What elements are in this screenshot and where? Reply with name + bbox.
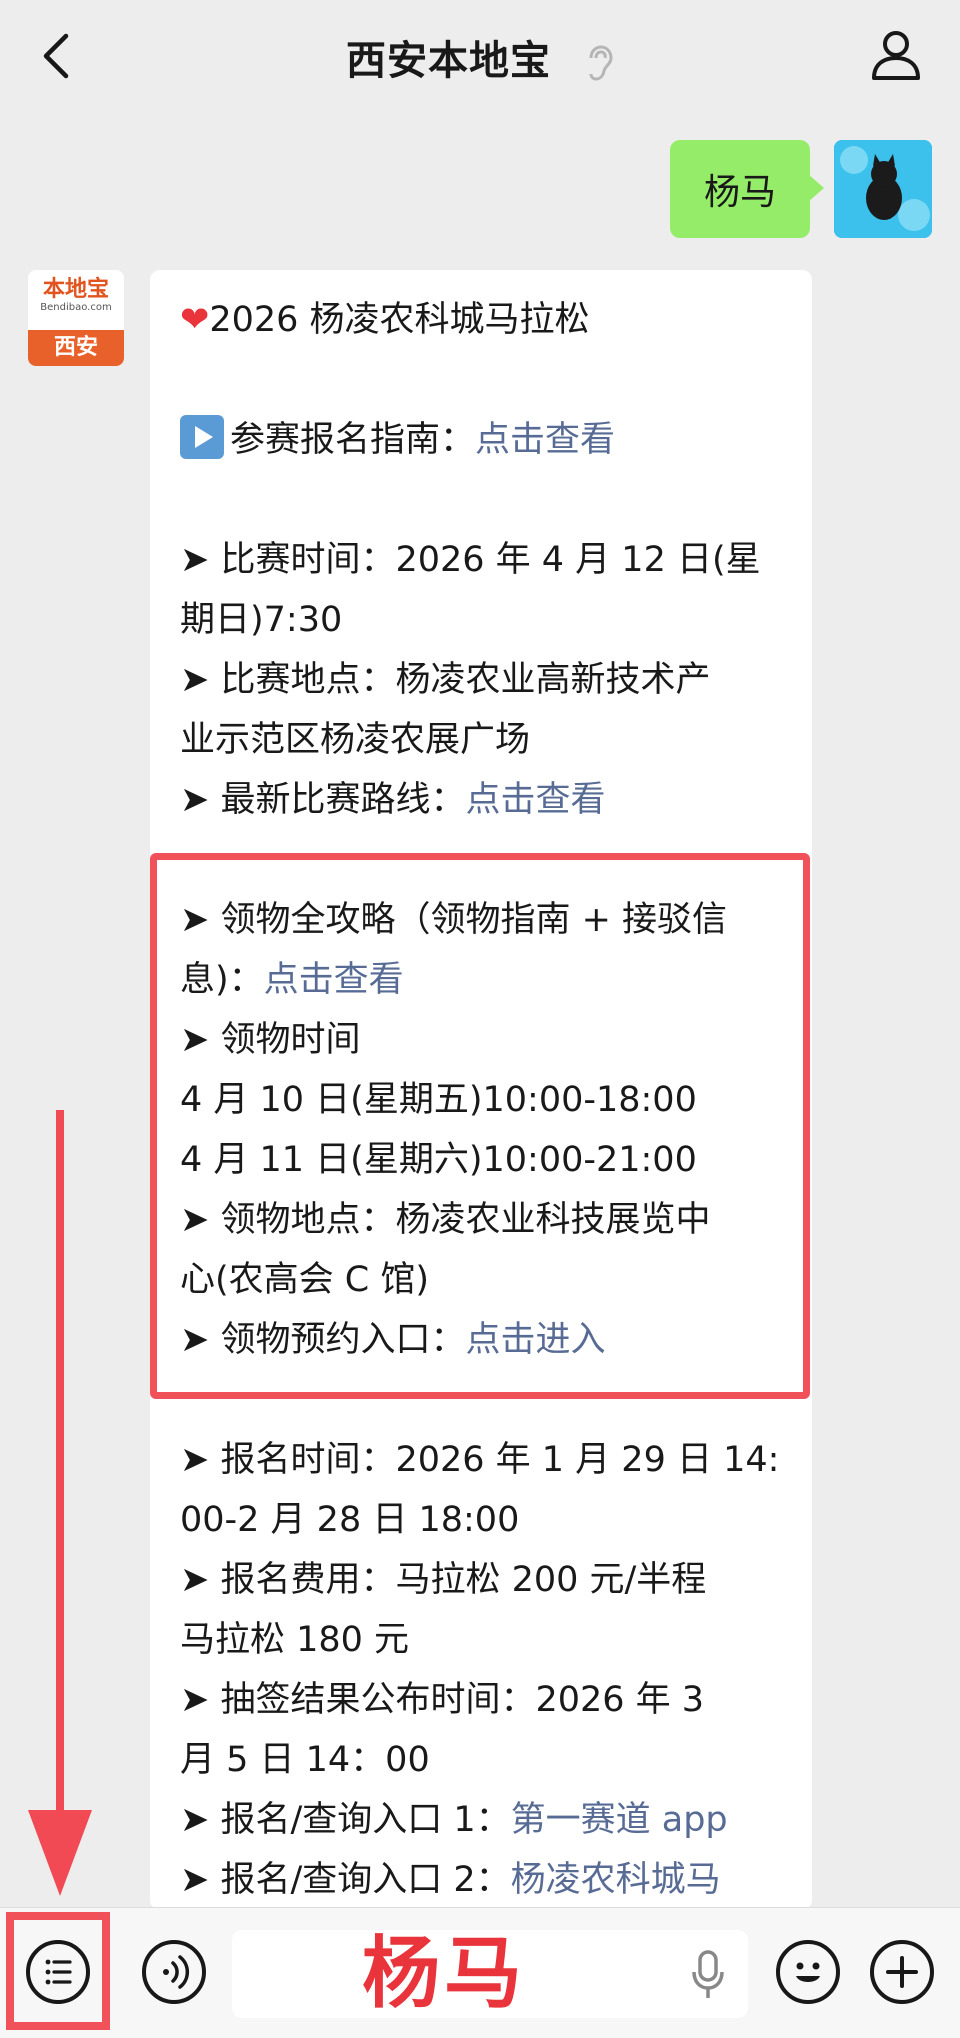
route-line: ➤ 最新比赛路线：点击查看 <box>180 770 792 830</box>
ear-icon <box>589 45 613 81</box>
lottery-line-1: ➤ 抽签结果公布时间：2026 年 3 <box>180 1680 705 1720</box>
race-place-line-2: 业示范区杨凌农展广场 <box>180 720 531 760</box>
signup-time-line-1: ➤ 报名时间：2026 年 1 月 29 日 14: <box>180 1440 780 1480</box>
avatar-top: 本地宝 Bendibao.com <box>28 270 124 330</box>
entry2-link[interactable]: 杨凌农科城马 <box>511 1860 721 1900</box>
guide-line: 参赛报名指南：点击查看 <box>180 410 792 470</box>
route-link[interactable]: 点击查看 <box>465 780 605 820</box>
cat-avatar-image <box>834 140 932 238</box>
entry1-label: ➤ 报名/查询入口 1： <box>180 1800 511 1840</box>
fee-line-1: ➤ 报名费用：马拉松 200 元/半程 <box>180 1560 707 1600</box>
message-input[interactable]: 杨马 <box>232 1930 748 2018</box>
route-label: ➤ 最新比赛路线： <box>180 780 466 820</box>
outgoing-message-bubble[interactable]: 杨马 <box>670 140 824 238</box>
race-time-line-2: 期日)7:30 <box>180 600 343 640</box>
person-icon[interactable] <box>868 26 924 82</box>
microphone-icon[interactable] <box>690 1950 726 2002</box>
chat-title-wrap: 西安本地宝 <box>0 28 960 86</box>
message-title-line: ❤2026 杨凌农科城马拉松 <box>180 290 792 350</box>
smiley-icon[interactable] <box>776 1940 840 2004</box>
highlight-box <box>150 853 810 1399</box>
heart-icon: ❤ <box>180 300 210 340</box>
chat-title: 西安本地宝 <box>346 38 552 84</box>
voice-icon[interactable] <box>142 1940 206 2004</box>
avatar-city: 西安 <box>28 330 124 366</box>
my-avatar[interactable] <box>834 140 932 238</box>
red-arrow-head <box>28 1810 92 1896</box>
red-arrow-line <box>56 1110 64 1830</box>
entry2-line: ➤ 报名/查询入口 2：杨凌农科城马 <box>180 1850 792 1910</box>
play-icon <box>180 415 224 459</box>
menu-highlight-box <box>6 1912 110 2030</box>
entry1-link[interactable]: 第一赛道 app <box>511 1800 728 1840</box>
avatar-site: Bendibao.com <box>40 302 112 313</box>
race-time-line-1: ➤ 比赛时间：2026 年 4 月 12 日(星 <box>180 540 761 580</box>
race-place-line-1: ➤ 比赛地点：杨凌农业高新技术产 <box>180 660 711 700</box>
input-text: 杨马 <box>362 1929 527 2019</box>
signup-time-line-2: 00-2 月 28 日 18:00 <box>180 1500 520 1540</box>
message-title: 2026 杨凌农科城马拉松 <box>209 300 590 340</box>
top-bar: 西安本地宝 <box>0 0 960 112</box>
bendibao-avatar[interactable]: 本地宝 Bendibao.com 西安 <box>28 270 124 366</box>
fee-line-2: 马拉松 180 元 <box>180 1620 410 1660</box>
outgoing-message-text: 杨马 <box>703 172 776 213</box>
guide-link[interactable]: 点击查看 <box>475 420 615 460</box>
entry1-line: ➤ 报名/查询入口 1：第一赛道 app <box>180 1790 792 1850</box>
plus-icon[interactable] <box>870 1940 934 2004</box>
entry2-label: ➤ 报名/查询入口 2： <box>180 1860 511 1900</box>
guide-label: 参赛报名指南： <box>230 420 476 460</box>
lottery-line-2: 月 5 日 14：00 <box>180 1740 430 1780</box>
avatar-brand: 本地宝 <box>42 277 109 302</box>
